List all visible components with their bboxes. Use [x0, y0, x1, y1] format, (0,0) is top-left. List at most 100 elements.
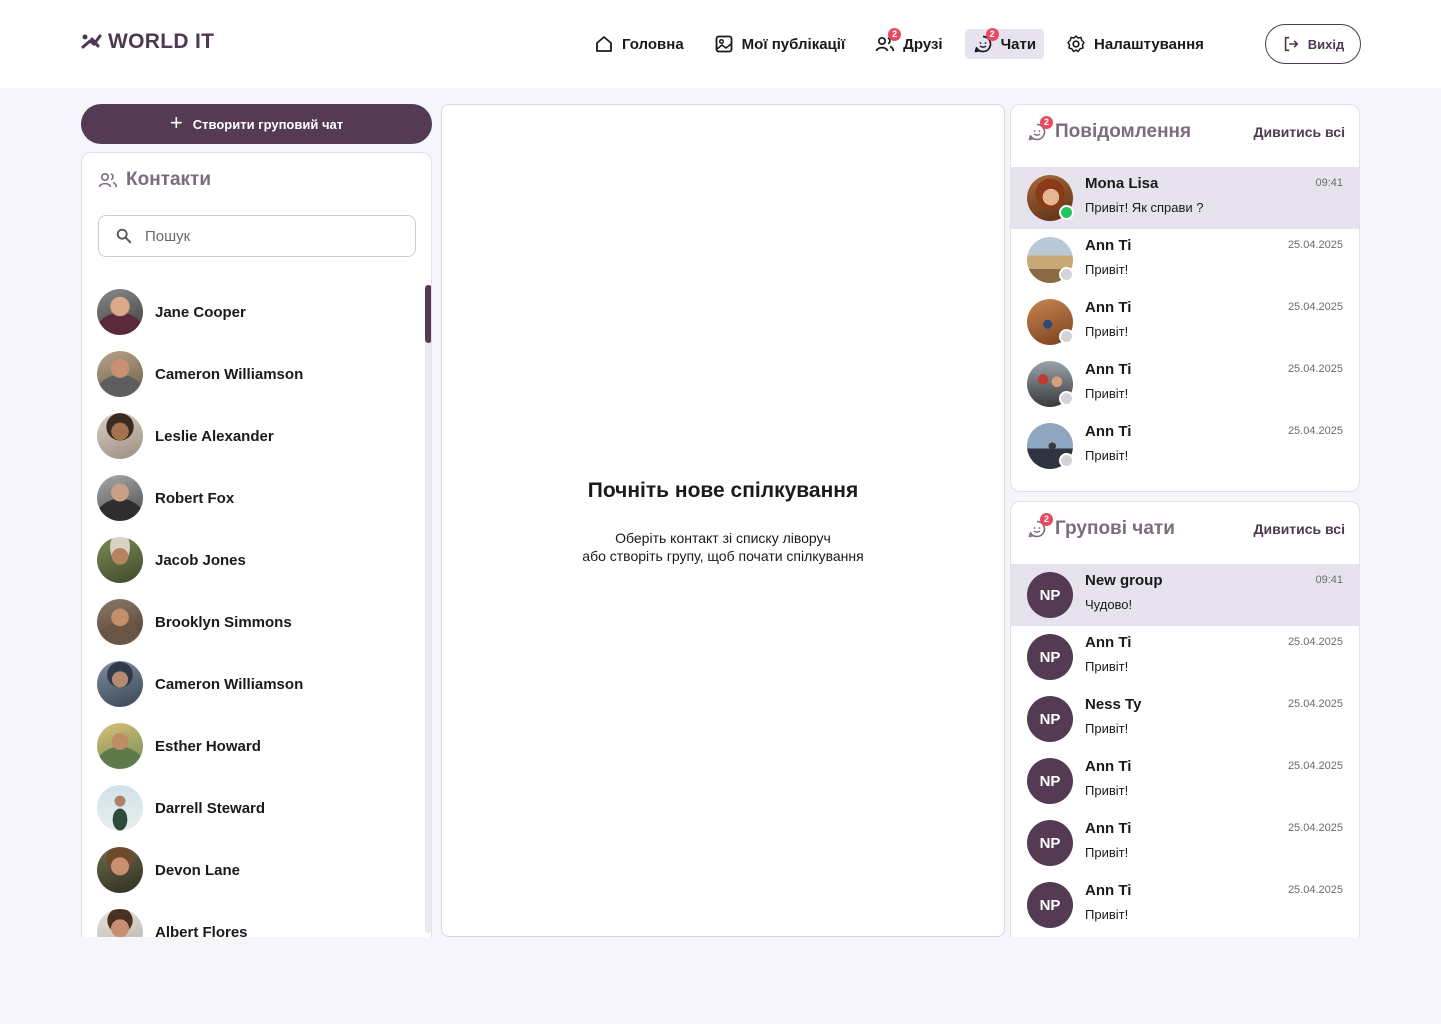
logo-icon [81, 34, 102, 49]
create-group-chat-button[interactable]: + Створити груповий чат [81, 104, 432, 144]
avatar: NP [1027, 572, 1073, 618]
contact-item[interactable]: Devon Lane [97, 839, 417, 901]
message-item[interactable]: Ann Ti Привіт! 25.04.2025 [1011, 353, 1359, 415]
nav-home[interactable]: Головна [586, 29, 692, 59]
friends-icon: 2 [875, 28, 902, 54]
nav-settings[interactable]: Налаштування [1058, 29, 1212, 59]
avatar: NP [1027, 758, 1073, 804]
search-icon [116, 228, 132, 244]
nav-settings-label: Налаштування [1094, 35, 1204, 53]
avatar [97, 599, 143, 645]
message-preview: Привіт! Як справи ? [1085, 200, 1204, 215]
message-item[interactable]: Ann Ti Привіт! 25.04.2025 [1011, 415, 1359, 477]
contact-item[interactable]: Leslie Alexander [97, 405, 417, 467]
contact-item[interactable]: Cameron Williamson [97, 343, 417, 405]
messages-title-text: Повідомлення [1055, 121, 1192, 142]
messages-title: 2 Повідомлення [1027, 116, 1192, 143]
group-message-preview: Привіт! [1085, 721, 1129, 736]
plus-icon: + [169, 110, 183, 135]
avatar [97, 847, 143, 893]
contacts-scrollbar-thumb[interactable] [425, 285, 431, 343]
group-chats-badge: 2 [1040, 513, 1053, 526]
contacts-panel: Контакти Jane Cooper Cameron Williamson … [81, 152, 432, 937]
image-icon [715, 35, 733, 53]
avatar: NP [1027, 696, 1073, 742]
empty-state-subtitle: Оберіть контакт зі списку ліворуч або ст… [442, 529, 1004, 565]
group-chat-item[interactable]: NP Ann Ti Привіт! 25.04.2025 [1011, 626, 1359, 688]
nav-chats-label: Чати [1000, 35, 1037, 53]
group-message-time: 25.04.2025 [1287, 636, 1343, 648]
logout-button[interactable]: Вихід [1265, 24, 1361, 64]
group-name: Ann Ti [1085, 882, 1132, 899]
group-message-time: 09:41 [1315, 574, 1343, 586]
group-initials: NP [1027, 882, 1073, 928]
offline-status-dot [1059, 453, 1074, 468]
group-message-preview: Чудово! [1085, 597, 1133, 612]
logout-icon [1284, 36, 1299, 52]
message-preview: Привіт! [1085, 448, 1129, 463]
contact-item[interactable]: Cameron Williamson [97, 653, 417, 715]
group-initials: NP [1027, 820, 1073, 866]
contact-item[interactable]: Albert Flores [97, 901, 417, 937]
avatar [97, 785, 143, 831]
contact-item[interactable]: Darrell Steward [97, 777, 417, 839]
offline-status-dot [1059, 329, 1074, 344]
message-preview: Привіт! [1085, 262, 1129, 277]
message-time: 25.04.2025 [1287, 425, 1343, 437]
search-field[interactable] [98, 215, 416, 257]
avatar [97, 289, 143, 335]
message-sender: Ann Ti [1085, 361, 1132, 378]
group-message-time: 25.04.2025 [1287, 698, 1343, 710]
contacts-title-text: Контакти [126, 169, 212, 190]
group-initials: NP [1027, 572, 1073, 618]
group-chat-item[interactable]: NP Ann Ti Привіт! 25.04.2025 [1011, 874, 1359, 936]
contact-item[interactable]: Jacob Jones [97, 529, 417, 591]
offline-status-dot [1059, 267, 1074, 282]
message-sender: Mona Lisa [1085, 175, 1159, 192]
group-chat-item[interactable]: NP Ness Ty Привіт! 25.04.2025 [1011, 688, 1359, 750]
message-time: 25.04.2025 [1287, 301, 1343, 313]
nav-publications-label: Мої публікації [741, 35, 846, 53]
contact-list: Jane Cooper Cameron Williamson Leslie Al… [97, 281, 417, 937]
contact-name: Cameron Williamson [155, 675, 304, 693]
group-name: Ann Ti [1085, 634, 1132, 651]
contact-item[interactable]: Jane Cooper [97, 281, 417, 343]
group-name: Ness Ty [1085, 696, 1142, 713]
nav-publications[interactable]: Мої публікації [706, 29, 854, 59]
message-item[interactable]: Mona Lisa Привіт! Як справи ? 09:41 [1011, 167, 1359, 229]
avatar: NP [1027, 820, 1073, 866]
main-nav: Головна Мої публікації 2 Друзі 2 Чати На… [586, 28, 1226, 59]
group-message-preview: Привіт! [1085, 783, 1129, 798]
group-message-preview: Привіт! [1085, 845, 1129, 860]
chat-icon: 2 [1027, 116, 1053, 142]
messages-see-all-link[interactable]: Дивитись всі [1254, 124, 1345, 140]
group-chat-item[interactable]: NP New group Чудово! 09:41 [1011, 564, 1359, 626]
contact-item[interactable]: Brooklyn Simmons [97, 591, 417, 653]
avatar [1027, 423, 1074, 469]
empty-state-line-1: Оберіть контакт зі списку ліворуч [615, 530, 831, 546]
group-chat-item[interactable]: NP Ann Ti Привіт! 25.04.2025 [1011, 812, 1359, 874]
chats-badge: 2 [985, 28, 999, 41]
group-chats-panel: 2 Групові чати Дивитись всі NP New group… [1010, 501, 1360, 937]
contact-name: Esther Howard [155, 737, 261, 755]
empty-state-title: Почніть нове спілкування [587, 479, 859, 502]
contacts-scrollbar-track[interactable] [425, 285, 431, 933]
group-chat-item[interactable]: NP Ann Ti Привіт! 25.04.2025 [1011, 750, 1359, 812]
avatar [1027, 361, 1074, 407]
message-item[interactable]: Ann Ti Привіт! 25.04.2025 [1011, 291, 1359, 353]
contact-name: Darrell Steward [155, 799, 266, 817]
logo[interactable]: WORLD IT [80, 30, 214, 54]
search-input[interactable] [145, 227, 385, 245]
message-item[interactable]: Ann Ti Привіт! 25.04.2025 [1011, 229, 1359, 291]
avatar [97, 537, 143, 583]
group-chats-see-all-link[interactable]: Дивитись всі [1254, 521, 1345, 537]
top-header: WORLD IT Головна Мої публікації 2 Друзі … [0, 0, 1441, 88]
contact-item[interactable]: Esther Howard [97, 715, 417, 777]
nav-chats[interactable]: 2 Чати [964, 28, 1045, 59]
contact-item[interactable]: Robert Fox [97, 467, 417, 529]
contact-name: Leslie Alexander [155, 427, 274, 445]
group-message-time: 25.04.2025 [1287, 822, 1343, 834]
group-message-time: 25.04.2025 [1287, 760, 1343, 772]
nav-friends[interactable]: 2 Друзі [867, 28, 950, 59]
contact-name: Devon Lane [155, 861, 241, 879]
